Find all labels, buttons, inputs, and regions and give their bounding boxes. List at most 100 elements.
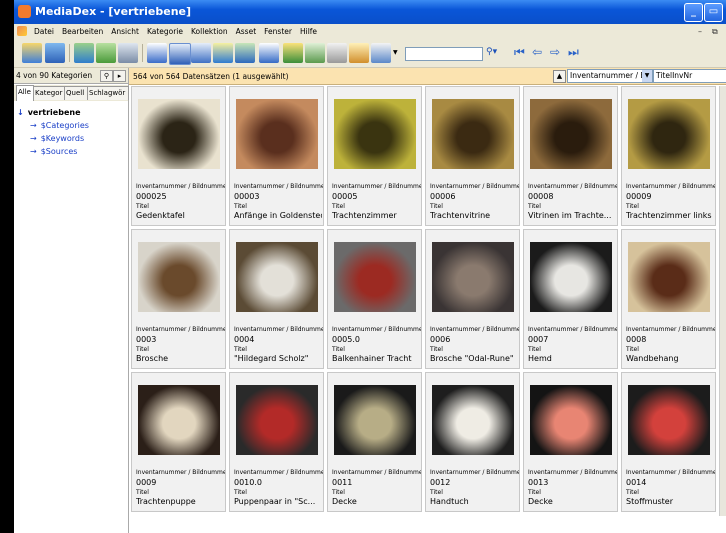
- field-label-inventory: Inventarnummer / Bildnummer: [234, 183, 324, 190]
- view-thumbnails-icon[interactable]: [169, 43, 191, 65]
- category-count: 4 von 90 Kategorien: [16, 71, 93, 80]
- inventory-number: 0005.0: [332, 335, 360, 344]
- properties-icon[interactable]: [283, 43, 303, 63]
- asset-thumbnail: [334, 99, 416, 169]
- field-label-title: Titel: [528, 489, 541, 496]
- menu-datei[interactable]: Datei: [30, 24, 58, 39]
- asset-card[interactable]: Inventarnummer / Bildnummer 00008 Titel Vit…: [523, 86, 618, 226]
- field-label-title: Titel: [528, 346, 541, 353]
- inventory-number: 0012: [430, 478, 451, 487]
- toolbar: ▼ ⚲▾ ⏮ ⇦ ⇨ ⏭: [14, 39, 726, 68]
- asset-card[interactable]: Inventarnummer / Bildnummer 0011 Titel Deck…: [327, 372, 422, 512]
- asset-card[interactable]: Inventarnummer / Bildnummer 0004 Titel "Hil…: [229, 229, 324, 369]
- delete-icon[interactable]: [118, 43, 138, 63]
- chevron-down-icon[interactable]: ▼: [393, 49, 398, 56]
- menu-hilfe[interactable]: Hilfe: [296, 24, 321, 39]
- app-window: MediaDex - [vertriebene] _ ▭ Datei Bearbe…: [14, 0, 726, 533]
- category-panel-header: 4 von 90 Kategorien ⚲ ▸: [14, 68, 128, 84]
- inventory-number: 0014: [626, 478, 647, 487]
- app-menu-icon[interactable]: [17, 26, 27, 36]
- refresh-icon[interactable]: [96, 43, 116, 63]
- asset-card[interactable]: Inventarnummer / Bildnummer 0003 Titel Bros…: [131, 229, 226, 369]
- menu-bearbeiten[interactable]: Bearbeiten: [58, 24, 107, 39]
- tab-alle[interactable]: Alle: [16, 85, 34, 101]
- panel-toggle-icon[interactable]: ▸: [113, 70, 126, 82]
- menu-kollektion[interactable]: Kollektion: [187, 24, 232, 39]
- inventory-number: 00006: [430, 192, 456, 201]
- asset-card[interactable]: Inventarnummer / Bildnummer 00006 Titel Tra…: [425, 86, 520, 226]
- asset-title: Decke: [332, 497, 357, 506]
- asset-title: Trachtenpuppe: [136, 497, 196, 506]
- tree-node-keywords[interactable]: → $Keywords: [30, 134, 84, 143]
- tab-kategorien[interactable]: Kategor: [33, 86, 65, 100]
- view-details-icon[interactable]: [191, 43, 211, 63]
- asset-thumbnail: [138, 99, 220, 169]
- asset-card[interactable]: Inventarnummer / Bildnummer 0006 Titel Bros…: [425, 229, 520, 369]
- field-label-title: Titel: [332, 203, 345, 210]
- menu-ansicht[interactable]: Ansicht: [107, 24, 143, 39]
- menu-kategorie[interactable]: Kategorie: [143, 24, 187, 39]
- asset-thumbnail: [628, 385, 710, 455]
- asset-title: Anfänge in Goldenstedt: [234, 211, 322, 220]
- toolbar-separator: [69, 44, 70, 62]
- add-asset-icon[interactable]: [74, 43, 94, 63]
- mdi-minimize-icon[interactable]: –: [698, 27, 702, 36]
- asset-card[interactable]: Inventarnummer / Bildnummer 0012 Titel Hand…: [425, 372, 520, 512]
- edit-category-icon[interactable]: [45, 43, 65, 63]
- asset-thumbnail: [236, 99, 318, 169]
- asset-card[interactable]: Inventarnummer / Bildnummer 0009 Titel Trac…: [131, 372, 226, 512]
- records-panel: 564 von 564 Datensätzen (1 ausgewählt) ▲…: [129, 68, 726, 533]
- view-list-icon[interactable]: [147, 43, 167, 63]
- field-label-inventory: Inventarnummer / Bildnummer: [626, 326, 716, 333]
- asset-card[interactable]: Inventarnummer / Bildnummer 0010.0 Titel Pu…: [229, 372, 324, 512]
- menu-asset[interactable]: Asset: [232, 24, 261, 39]
- sort-direction-icon[interactable]: ▲: [553, 70, 566, 83]
- asset-card[interactable]: Inventarnummer / Bildnummer 000025 Titel Ge…: [131, 86, 226, 226]
- minimize-button[interactable]: _: [684, 3, 703, 22]
- preview-icon[interactable]: [235, 43, 255, 63]
- asset-thumbnail: [432, 385, 514, 455]
- asset-card[interactable]: Inventarnummer / Bildnummer 00009 Titel Tra…: [621, 86, 716, 226]
- tree-node-categories[interactable]: → $Categories: [30, 121, 89, 130]
- field-label-title: Titel: [332, 346, 345, 353]
- asset-card[interactable]: Inventarnummer / Bildnummer 0008 Titel Wand…: [621, 229, 716, 369]
- asset-card[interactable]: Inventarnummer / Bildnummer 0013 Titel Deck…: [523, 372, 618, 512]
- title-bar: MediaDex - [vertriebene] _ ▭: [14, 0, 726, 24]
- tab-quellen[interactable]: Quell: [64, 86, 88, 100]
- asset-card[interactable]: Inventarnummer / Bildnummer 00005 Titel Tra…: [327, 86, 422, 226]
- sort-field-select[interactable]: Inventarnummer / Bi ▼: [567, 69, 653, 83]
- tree-node-root[interactable]: ↓ vertriebene: [17, 108, 81, 117]
- users-icon[interactable]: [349, 43, 369, 63]
- asset-title: Hemd: [528, 354, 552, 363]
- asset-thumbnail: [530, 385, 612, 455]
- asset-title: Brosche "Odal-Rune": [430, 354, 514, 363]
- slideshow-icon[interactable]: [259, 43, 279, 63]
- asset-card[interactable]: Inventarnummer / Bildnummer 0007 Titel Hemd: [523, 229, 618, 369]
- tree-node-sources[interactable]: → $Sources: [30, 147, 77, 156]
- asset-card[interactable]: Inventarnummer / Bildnummer 00003 Titel Anf…: [229, 86, 324, 226]
- toolbar-separator: [142, 44, 143, 62]
- export-icon[interactable]: [327, 43, 347, 63]
- menu-fenster[interactable]: Fenster: [260, 24, 296, 39]
- view-info-icon[interactable]: [213, 43, 233, 63]
- category-search-icon[interactable]: ⚲: [100, 70, 113, 82]
- asset-title: Gedenktafel: [136, 211, 185, 220]
- arrow-down-icon: ↓: [17, 108, 24, 117]
- vertical-scrollbar[interactable]: [719, 86, 726, 516]
- first-record-icon[interactable]: ⏮: [514, 45, 525, 60]
- asset-card[interactable]: Inventarnummer / Bildnummer 0014 Titel Stof…: [621, 372, 716, 512]
- tab-schlagwoerter[interactable]: Schlagwör: [87, 86, 129, 100]
- field-label-title: Titel: [234, 203, 247, 210]
- mdi-restore-icon[interactable]: ⧉: [712, 27, 718, 37]
- search-input[interactable]: [405, 47, 483, 61]
- new-category-icon[interactable]: [22, 43, 42, 63]
- asset-card[interactable]: Inventarnummer / Bildnummer 0005.0 Titel Ba…: [327, 229, 422, 369]
- print-preview-icon[interactable]: [371, 43, 391, 63]
- last-record-icon[interactable]: ⏭: [568, 45, 579, 60]
- maximize-button[interactable]: ▭: [704, 3, 723, 22]
- next-record-icon[interactable]: ⇨: [550, 45, 560, 59]
- sort-field-input[interactable]: TitelInvNr: [653, 69, 726, 83]
- open-asset-icon[interactable]: [305, 43, 325, 63]
- previous-record-icon[interactable]: ⇦: [532, 45, 542, 59]
- search-icon[interactable]: ⚲▾: [486, 47, 497, 57]
